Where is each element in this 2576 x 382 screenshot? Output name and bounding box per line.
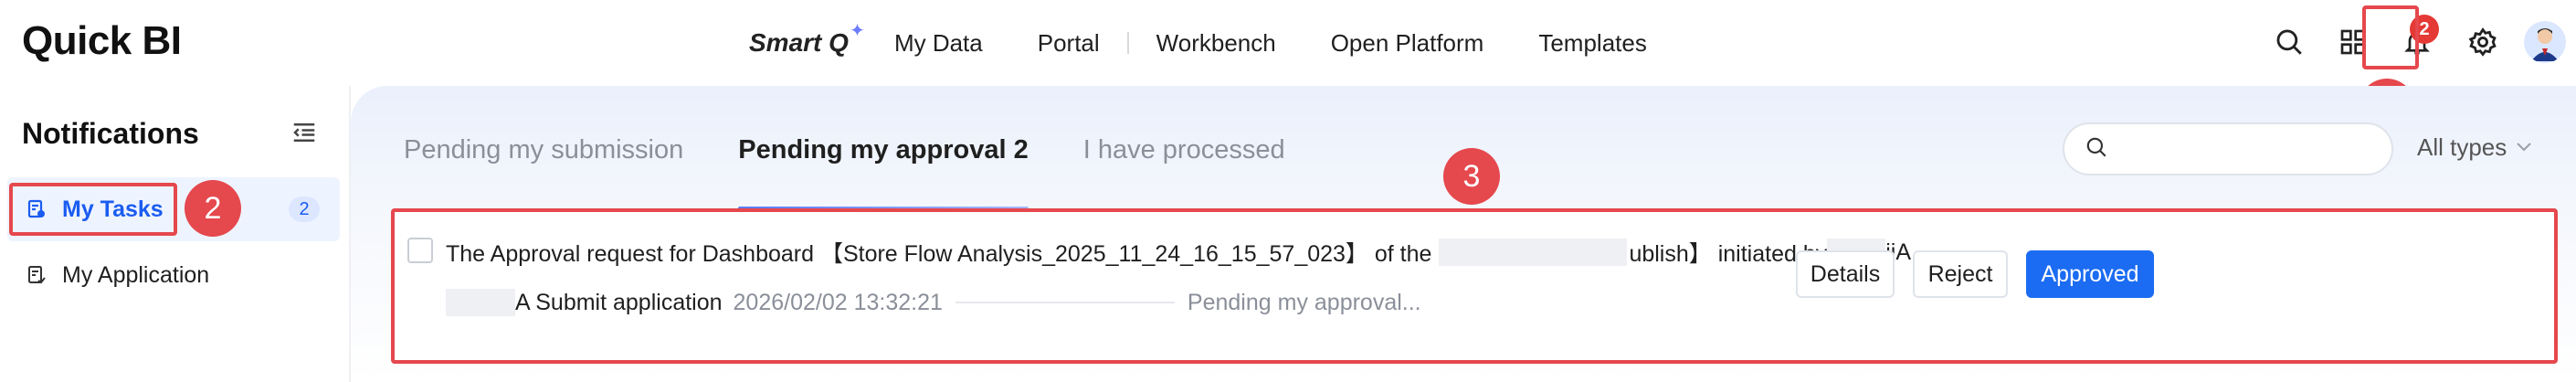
sidebar: Notifications My Tasks 2 My Application … bbox=[0, 86, 351, 382]
task-status: Pending my approval... bbox=[1187, 289, 1421, 315]
search-icon bbox=[2085, 135, 2108, 164]
sidebar-item-label: My Application bbox=[62, 261, 210, 288]
sidebar-title: Notifications bbox=[22, 117, 199, 150]
header-tools: 2 bbox=[2265, 15, 2576, 66]
app-root: Quick BI Smart Q ✦ My Data Portal Workben… bbox=[0, 0, 2576, 382]
callout-2: 2 bbox=[185, 180, 241, 237]
chevron-down-icon bbox=[2516, 138, 2532, 157]
search-input[interactable] bbox=[2119, 137, 2375, 161]
nav-templates[interactable]: Templates bbox=[1538, 29, 1647, 58]
type-filter-select[interactable]: All types bbox=[2417, 133, 2532, 162]
nav-my-data[interactable]: My Data bbox=[894, 29, 983, 58]
task-submitter-action: A Submit application bbox=[515, 289, 723, 315]
task-time: 2026/02/02 13:32:21 bbox=[733, 289, 943, 315]
collapse-menu-icon[interactable] bbox=[290, 119, 320, 148]
sidebar-item-my-application[interactable]: My Application bbox=[7, 243, 340, 307]
approval-tabs: Pending my submission Pending my approva… bbox=[404, 135, 1340, 210]
application-icon bbox=[24, 262, 49, 288]
top-bar: Quick BI Smart Q ✦ My Data Portal Workben… bbox=[0, 0, 2576, 135]
nav-workbench[interactable]: Workbench bbox=[1156, 29, 1276, 58]
nav-portal[interactable]: Portal bbox=[1038, 29, 1100, 58]
annotation-box-bell bbox=[2362, 5, 2419, 69]
redacted-submitter bbox=[446, 289, 515, 316]
app-logo[interactable]: Quick BI bbox=[22, 18, 182, 64]
reject-button[interactable]: Reject bbox=[1913, 250, 2008, 298]
redacted-text bbox=[1439, 239, 1628, 266]
main-panel: Pending my submission Pending my approva… bbox=[351, 86, 2576, 382]
user-avatar[interactable] bbox=[2521, 18, 2569, 66]
tab-pending-submission[interactable]: Pending my submission bbox=[404, 135, 683, 190]
tab-pending-approval[interactable]: Pending my approval 2 bbox=[738, 135, 1029, 210]
annotation-box-my-tasks bbox=[9, 183, 177, 236]
sparkle-icon: ✦ bbox=[850, 21, 865, 41]
task-checkbox[interactable] bbox=[407, 238, 433, 263]
nav-divider bbox=[1126, 32, 1129, 54]
settings-gear-icon[interactable] bbox=[2459, 18, 2507, 66]
main-nav: Smart Q ✦ My Data Portal Workbench Open P… bbox=[749, 21, 1702, 64]
progress-connector bbox=[955, 302, 1175, 303]
callout-3: 3 bbox=[1443, 148, 1500, 205]
nav-open-platform[interactable]: Open Platform bbox=[1331, 29, 1484, 58]
task-title: The Approval request for Dashboard 【Stor… bbox=[446, 236, 1917, 269]
search-box[interactable] bbox=[2063, 122, 2393, 175]
search-icon[interactable] bbox=[2265, 18, 2313, 66]
task-count-badge: 2 bbox=[289, 196, 320, 222]
type-filter-label: All types bbox=[2417, 133, 2507, 161]
approve-button[interactable]: Approved bbox=[2026, 250, 2154, 298]
tab-processed[interactable]: I have processed bbox=[1083, 135, 1285, 190]
nav-smart-q[interactable]: Smart Q ✦ bbox=[749, 21, 865, 58]
task-title-prefix: The Approval request for Dashboard 【Stor… bbox=[446, 241, 1432, 267]
task-row: The Approval request for Dashboard 【Stor… bbox=[391, 208, 2558, 364]
task-meta: A Submit application 2026/02/02 13:32:21… bbox=[446, 289, 1421, 316]
details-button[interactable]: Details bbox=[1796, 250, 1895, 298]
